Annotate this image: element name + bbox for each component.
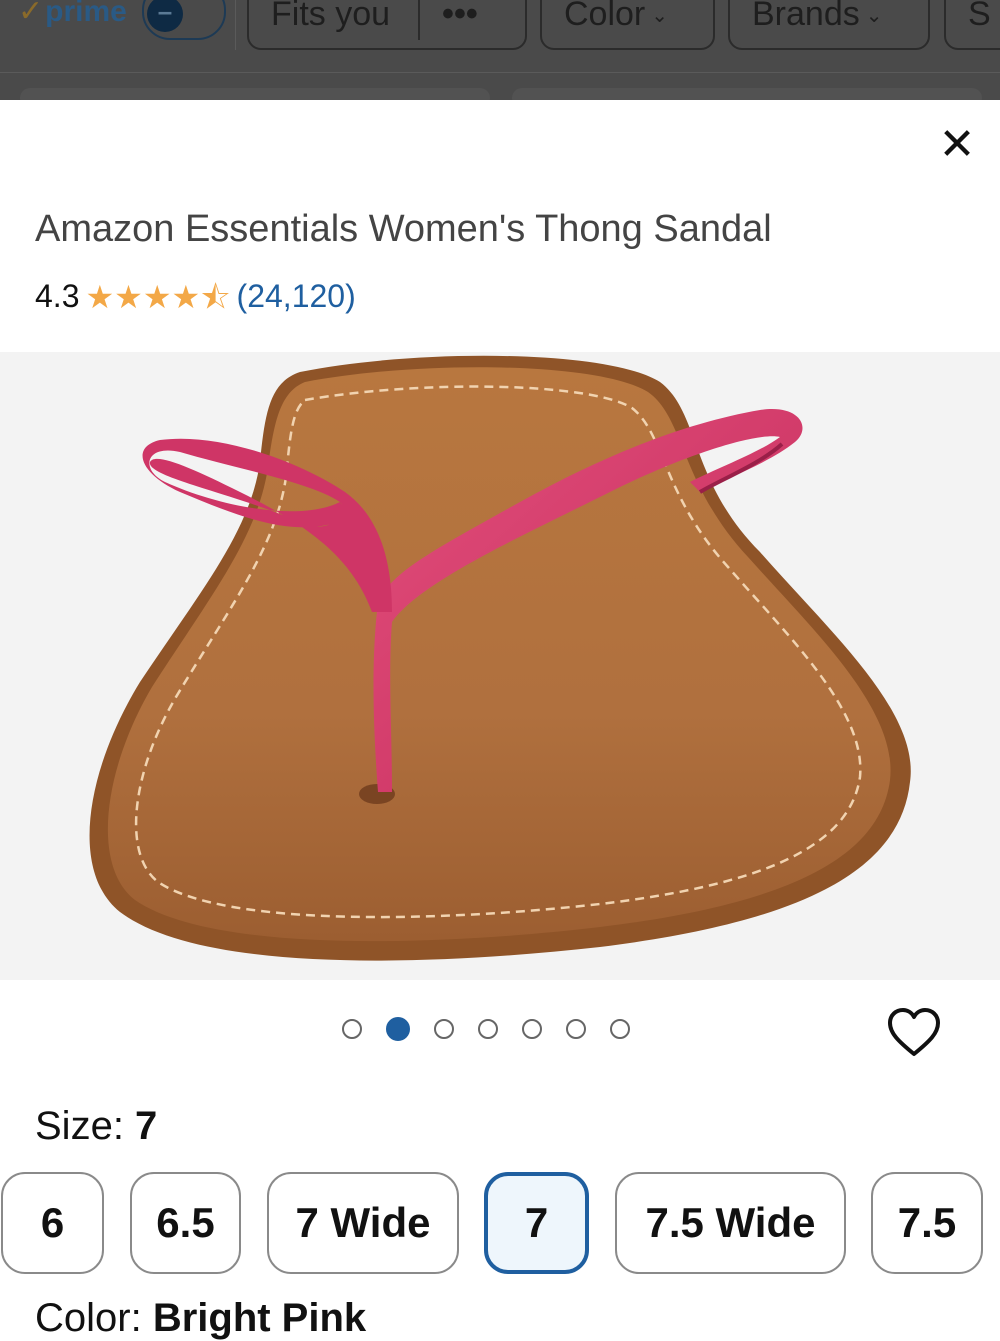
size-option[interactable]: 6 <box>1 1172 104 1274</box>
size-option-selected[interactable]: 7 <box>484 1172 589 1274</box>
star-rating: ★ ★ ★ ★ ⯪ <box>85 279 230 315</box>
filter-chip-color[interactable]: Color ⌄ <box>540 0 715 50</box>
filter-chip-partial[interactable]: S <box>944 0 1000 50</box>
divider <box>0 72 1000 73</box>
review-count-link[interactable]: (24,120) <box>237 278 356 315</box>
chip-label: Color <box>564 0 646 33</box>
sandal-image <box>89 355 911 961</box>
toggle-knob-icon: – <box>147 0 183 32</box>
filter-bar: ✓prime – Fits you ••• Color ⌄ Brands ⌄ S <box>0 0 1000 100</box>
divider <box>235 0 236 50</box>
more-icon[interactable]: ••• <box>418 0 478 40</box>
size-label: Size: 7 <box>35 1104 157 1149</box>
chip-label: Fits you <box>271 0 391 33</box>
close-icon[interactable]: ✕ <box>936 123 978 167</box>
selected-size: 7 <box>135 1104 158 1148</box>
prime-label: prime <box>45 0 127 28</box>
star-icon: ★ <box>114 278 143 315</box>
pagination-dot[interactable] <box>434 1019 454 1039</box>
size-label-text: Size: <box>35 1104 136 1148</box>
chip-label: S <box>968 0 991 33</box>
rating-value: 4.3 <box>35 278 80 314</box>
selected-color: Bright Pink <box>152 1296 367 1340</box>
pagination-dot[interactable] <box>478 1019 498 1039</box>
color-label-text: Color: <box>35 1296 153 1340</box>
star-icon: ★ <box>171 278 201 315</box>
rating-row[interactable]: 4.3 ★ ★ ★ ★ ⯪ (24,120) <box>35 278 356 315</box>
filter-chip-fits-you[interactable]: Fits you ••• <box>247 0 527 50</box>
product-image[interactable] <box>0 352 1000 980</box>
product-title[interactable]: Amazon Essentials Women's Thong Sandal <box>35 208 772 251</box>
color-label: Color: Bright Pink <box>35 1296 366 1341</box>
image-pagination <box>342 1017 630 1041</box>
star-icon: ★ <box>142 278 172 315</box>
chip-label: Brands <box>752 0 860 33</box>
size-option[interactable]: 7.5 Wide <box>615 1172 846 1274</box>
pagination-dot[interactable] <box>342 1019 362 1039</box>
pagination-dot[interactable] <box>522 1019 542 1039</box>
background-card <box>512 88 982 100</box>
chevron-down-icon: ⌄ <box>865 5 883 28</box>
size-option[interactable]: 6.5 <box>130 1172 241 1274</box>
star-icon: ★ <box>85 278 115 315</box>
size-option[interactable]: 7.5 <box>871 1172 983 1274</box>
background-card <box>20 88 490 100</box>
pagination-dot[interactable] <box>566 1019 586 1039</box>
filter-chip-brands[interactable]: Brands ⌄ <box>728 0 930 50</box>
pagination-dot-active[interactable] <box>386 1017 410 1041</box>
prime-toggle[interactable]: – <box>142 0 226 40</box>
size-options: 6 6.5 7 Wide 7 7.5 Wide 7.5 <box>0 1172 1000 1276</box>
check-icon: ✓ <box>18 0 44 28</box>
pagination-dot[interactable] <box>610 1019 630 1039</box>
chevron-down-icon: ⌄ <box>651 5 669 28</box>
heart-icon[interactable] <box>886 1005 942 1061</box>
size-option[interactable]: 7 Wide <box>267 1172 459 1274</box>
half-star-icon: ⯪ <box>200 278 231 315</box>
prime-filter[interactable]: ✓prime <box>18 0 127 29</box>
